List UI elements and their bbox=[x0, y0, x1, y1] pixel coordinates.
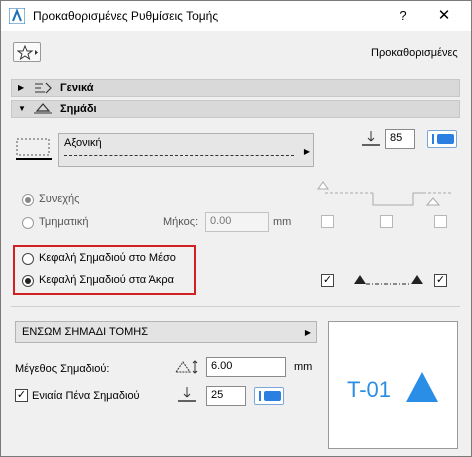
segmented-radio[interactable] bbox=[22, 217, 34, 229]
star-icon bbox=[17, 45, 38, 60]
marker-pen-color-swatch[interactable] bbox=[254, 387, 284, 405]
divider bbox=[11, 306, 460, 307]
pen-swatch-bar bbox=[259, 391, 261, 401]
general-settings-icon bbox=[35, 82, 52, 94]
segment-start-checkbox[interactable] bbox=[321, 215, 334, 228]
marker-size-label: Μέγεθος Σημαδιού: bbox=[15, 363, 110, 375]
marker-ends-radio[interactable] bbox=[22, 275, 34, 287]
marker-type-value: ΕΝΣΩΜ ΣΗΜΑΔΙ ΤΟΜΗΣ bbox=[22, 326, 149, 338]
favorites-label: Προκαθορισμένες bbox=[371, 47, 458, 59]
section-settings-dialog: Προκαθορισμένες Ρυθμίσεις Τομής ? ✕ Προκ… bbox=[0, 0, 472, 457]
marker-settings-icon bbox=[34, 103, 52, 114]
collapse-arrow-icon: ▼ bbox=[18, 104, 26, 113]
linetype-dropdown[interactable]: Αξονική ▶ bbox=[58, 133, 314, 167]
marker-pen-input[interactable]: 25 bbox=[206, 386, 246, 406]
length-input[interactable]: 0.00 bbox=[205, 212, 269, 232]
section-marker-label: Σημάδι bbox=[60, 103, 97, 115]
close-button[interactable]: ✕ bbox=[433, 6, 455, 26]
marker-ends-label: Κεφαλή Σημαδιού στα Άκρα bbox=[39, 274, 175, 286]
segment-middle-checkbox[interactable] bbox=[380, 215, 393, 228]
dropdown-arrow-icon: ▶ bbox=[304, 328, 311, 337]
length-label: Μήκος: bbox=[163, 216, 199, 228]
pen-swatch-fill bbox=[437, 134, 454, 144]
uniform-pen-label: Ενιαία Πένα Σημαδιού bbox=[32, 390, 140, 402]
preview-marker-triangle-icon bbox=[406, 372, 438, 402]
help-button[interactable]: ? bbox=[394, 6, 412, 26]
pen-icon bbox=[178, 387, 196, 402]
title-bar: Προκαθορισμένες Ρυθμίσεις Τομής ? ✕ bbox=[1, 1, 471, 31]
segmented-label: Τμηματική bbox=[39, 216, 89, 228]
linetype-name: Αξονική bbox=[64, 137, 102, 149]
marker-size-input[interactable]: 6.00 bbox=[206, 357, 286, 377]
pen-icon bbox=[362, 131, 380, 146]
length-unit: mm bbox=[273, 216, 292, 228]
marker-size-unit: mm bbox=[294, 361, 313, 373]
marker-preview: T-01 bbox=[328, 321, 458, 449]
segment-diagram-icon bbox=[317, 181, 453, 206]
preview-marker-text: T-01 bbox=[347, 377, 392, 402]
marker-end-checkbox[interactable]: ✓ bbox=[434, 274, 447, 287]
marker-type-dropdown[interactable]: ΕΝΣΩΜ ΣΗΜΑΔΙ ΤΟΜΗΣ ▶ bbox=[15, 321, 317, 343]
uniform-pen-checkbox[interactable]: ✓ bbox=[15, 389, 28, 402]
marker-middle-label: Κεφαλή Σημαδιού στο Μέσο bbox=[39, 252, 176, 264]
continuous-label: Συνεχής bbox=[39, 193, 80, 205]
archicad-logo-icon bbox=[9, 8, 25, 24]
linetype-preview bbox=[64, 155, 294, 156]
section-general-header[interactable]: ▶ Γενικά bbox=[11, 79, 460, 97]
dialog-title: Προκαθορισμένες Ρυθμίσεις Τομής bbox=[33, 9, 219, 23]
pen-swatch-fill bbox=[264, 391, 281, 401]
marker-start-checkbox[interactable]: ✓ bbox=[321, 274, 334, 287]
section-marker-header[interactable]: ▼ Σημάδι bbox=[11, 100, 460, 118]
line-pen-color-swatch[interactable] bbox=[427, 130, 457, 148]
pen-swatch-bar bbox=[432, 134, 434, 144]
continuous-radio[interactable] bbox=[22, 194, 34, 206]
section-line-icon bbox=[16, 138, 52, 160]
expand-arrow-icon: ▶ bbox=[18, 83, 25, 92]
marker-size-icon bbox=[175, 360, 198, 374]
section-general-label: Γενικά bbox=[60, 82, 94, 94]
favorites-button[interactable] bbox=[13, 42, 41, 62]
marker-ends-diagram-icon bbox=[354, 275, 423, 285]
segment-end-checkbox[interactable] bbox=[434, 215, 447, 228]
dropdown-arrow-icon: ▶ bbox=[303, 147, 310, 156]
marker-middle-radio[interactable] bbox=[22, 253, 34, 265]
line-pen-input[interactable]: 85 bbox=[385, 129, 415, 149]
